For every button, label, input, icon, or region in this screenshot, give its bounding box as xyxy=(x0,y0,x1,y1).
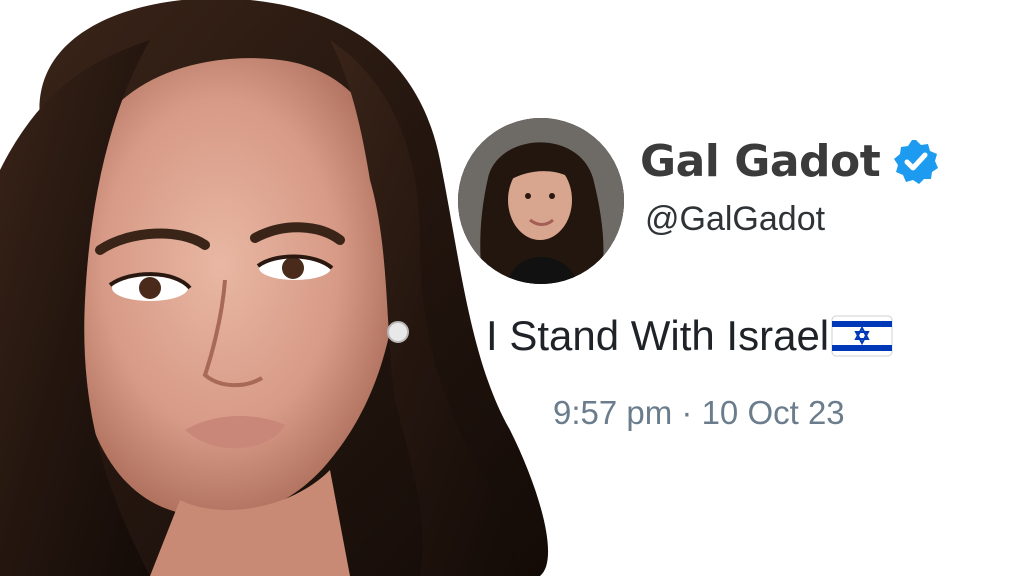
tweet-text: I Stand With Israel xyxy=(486,312,830,359)
display-name[interactable]: Gal Gadot xyxy=(640,140,881,184)
tweet-timestamp[interactable]: 9:57 pm · 10 Oct 23 xyxy=(553,396,845,429)
user-handle[interactable]: @GalGadot xyxy=(645,202,825,236)
canvas: Gal Gadot @GalGadot I Stand With Israel xyxy=(0,0,1024,576)
profile-avatar[interactable] xyxy=(458,118,624,284)
verified-badge-icon xyxy=(892,138,940,186)
display-name-row: Gal Gadot xyxy=(640,132,940,192)
tweet-card: Gal Gadot @GalGadot I Stand With Israel xyxy=(458,118,998,448)
tweet-body: I Stand With Israel xyxy=(486,308,893,364)
israel-flag-icon xyxy=(831,314,893,358)
